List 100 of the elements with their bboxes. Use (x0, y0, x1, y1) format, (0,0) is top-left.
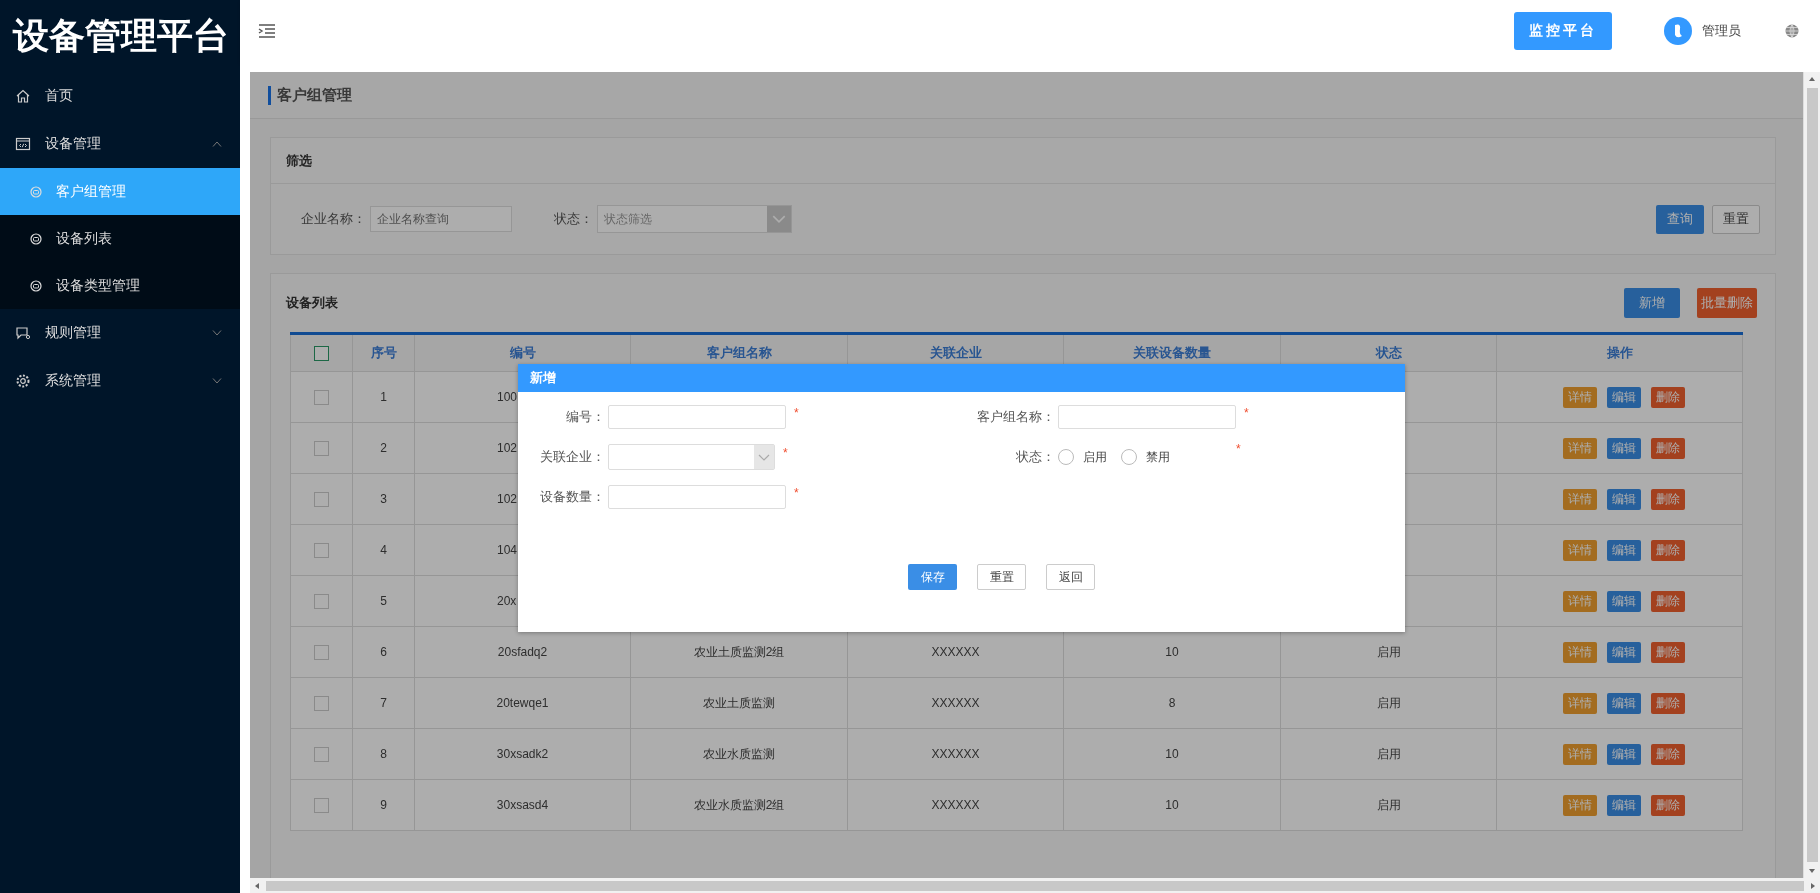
row-action-button[interactable]: 详情 (1562, 437, 1597, 459)
user-name[interactable]: 管理员 (1702, 22, 1741, 40)
table-cell: 30xsadk2 (414, 728, 631, 780)
row-checkbox[interactable] (314, 593, 329, 609)
row-action-button[interactable]: 删除 (1650, 641, 1685, 663)
table-cell: XXXXXX (847, 728, 1064, 780)
table-cell: XXXXXX (847, 779, 1064, 831)
field-label: 关联企业： (539, 448, 605, 466)
scrollbar[interactable] (250, 878, 1820, 893)
filter-button[interactable]: 重置 (1712, 204, 1760, 234)
circle-icon (30, 232, 42, 245)
field-label: 企业名称： (301, 210, 366, 228)
row-checkbox[interactable] (314, 491, 329, 507)
submenu-item[interactable]: 设备列表 (0, 215, 240, 262)
row-action-button[interactable]: 编辑 (1606, 437, 1641, 459)
input-field[interactable] (608, 405, 786, 429)
table-cell: 30xsasd4 (414, 779, 631, 831)
row-action-button[interactable]: 编辑 (1606, 743, 1641, 765)
avatar-icon[interactable] (1664, 17, 1692, 45)
submenu-item[interactable]: 客户组管理 (0, 168, 240, 215)
required-mark: * (1236, 441, 1241, 456)
dropdown-field[interactable] (608, 444, 775, 470)
column-header: 状态 (1280, 333, 1497, 372)
row-checkbox[interactable] (314, 797, 329, 813)
circle-icon (30, 185, 42, 198)
row-action-button[interactable]: 详情 (1562, 539, 1597, 561)
chevron-down-icon (772, 215, 786, 223)
row-action-button[interactable]: 编辑 (1606, 386, 1641, 408)
row-action-button[interactable]: 详情 (1562, 488, 1597, 510)
table-cell: XXXXXX (847, 677, 1064, 729)
scroll-right-icon[interactable] (1809, 881, 1817, 890)
monitor-platform-button[interactable]: 监控平台 (1514, 12, 1612, 50)
radio-label[interactable]: 启用 (1083, 448, 1107, 466)
dialog-button[interactable]: 保存 (908, 564, 957, 590)
company-search-field[interactable]: 企业名称查询 (370, 206, 512, 232)
scroll-down-icon[interactable] (1808, 867, 1816, 875)
required-mark: * (1244, 405, 1249, 420)
scroll-up-icon[interactable] (1808, 75, 1816, 83)
row-action-button[interactable]: 删除 (1650, 743, 1685, 765)
column-header: 编号 (414, 333, 631, 372)
row-checkbox[interactable] (314, 440, 329, 456)
row-action-button[interactable]: 编辑 (1606, 539, 1641, 561)
table-cell: 7 (352, 677, 415, 729)
filter-button[interactable]: 查询 (1656, 204, 1704, 234)
row-action-button[interactable]: 编辑 (1606, 641, 1641, 663)
row-action-button[interactable]: 删除 (1650, 539, 1685, 561)
row-checkbox[interactable] (314, 644, 329, 660)
chat-icon (15, 325, 31, 341)
dialog-button[interactable]: 返回 (1046, 564, 1095, 590)
globe-icon[interactable] (1784, 23, 1800, 39)
row-action-button[interactable]: 删除 (1650, 437, 1685, 459)
toolbar-button[interactable]: 新增 (1624, 288, 1680, 318)
row-action-button[interactable]: 删除 (1650, 590, 1685, 612)
field-label: 设备数量： (539, 488, 605, 506)
input-field[interactable] (608, 485, 786, 509)
table-cell: 10 (1063, 728, 1281, 780)
table-cell: 1 (352, 371, 415, 423)
row-checkbox[interactable] (314, 695, 329, 711)
radio-label[interactable]: 禁用 (1146, 448, 1170, 466)
chevron-down-icon (758, 453, 770, 461)
row-action-button[interactable]: 编辑 (1606, 794, 1641, 816)
row-action-button[interactable]: 删除 (1650, 794, 1685, 816)
row-checkbox[interactable] (314, 389, 329, 405)
row-action-button[interactable]: 详情 (1562, 641, 1597, 663)
submenu-item[interactable]: 设备类型管理 (0, 262, 240, 309)
scrollbar[interactable] (1803, 72, 1820, 878)
table-cell: 2 (352, 422, 415, 474)
table-cell: 启用 (1280, 677, 1497, 729)
card-title: 筛选 (286, 151, 312, 170)
row-action-button[interactable]: 详情 (1562, 692, 1597, 714)
row-action-button[interactable]: 编辑 (1606, 488, 1641, 510)
table-cell: 启用 (1280, 728, 1497, 780)
row-action-button[interactable]: 删除 (1650, 386, 1685, 408)
column-header: 操作 (1496, 333, 1743, 372)
menu-icon[interactable] (258, 24, 276, 38)
row-action-button[interactable]: 编辑 (1606, 692, 1641, 714)
status-select[interactable]: 状态筛选 (597, 205, 792, 233)
row-checkbox[interactable] (314, 746, 329, 762)
scroll-left-icon[interactable] (253, 881, 261, 890)
row-action-button[interactable]: 删除 (1650, 692, 1685, 714)
input-field[interactable] (1058, 405, 1236, 429)
row-action-button[interactable]: 详情 (1562, 386, 1597, 408)
required-mark: * (794, 405, 799, 420)
row-action-button[interactable]: 详情 (1562, 743, 1597, 765)
row-action-button[interactable]: 删除 (1650, 488, 1685, 510)
table-cell: 10 (1063, 779, 1281, 831)
menu-item[interactable]: 规则管理 (0, 309, 240, 357)
menu-item[interactable]: 首页 (0, 72, 240, 120)
row-action-button[interactable]: 详情 (1562, 794, 1597, 816)
toolbar-button[interactable]: 批量删除 (1697, 288, 1757, 318)
dialog-button[interactable]: 重置 (977, 564, 1026, 590)
menu-item[interactable]: 设备管理 (0, 120, 240, 168)
dialog-title: 新增 (530, 369, 556, 387)
menu-item[interactable]: 系统管理 (0, 357, 240, 405)
row-action-button[interactable]: 详情 (1562, 590, 1597, 612)
row-action-button[interactable]: 编辑 (1606, 590, 1641, 612)
settings-icon (15, 373, 31, 389)
column-header: 序号 (352, 333, 415, 372)
row-checkbox[interactable] (314, 542, 329, 558)
select-all-checkbox[interactable] (314, 346, 329, 362)
